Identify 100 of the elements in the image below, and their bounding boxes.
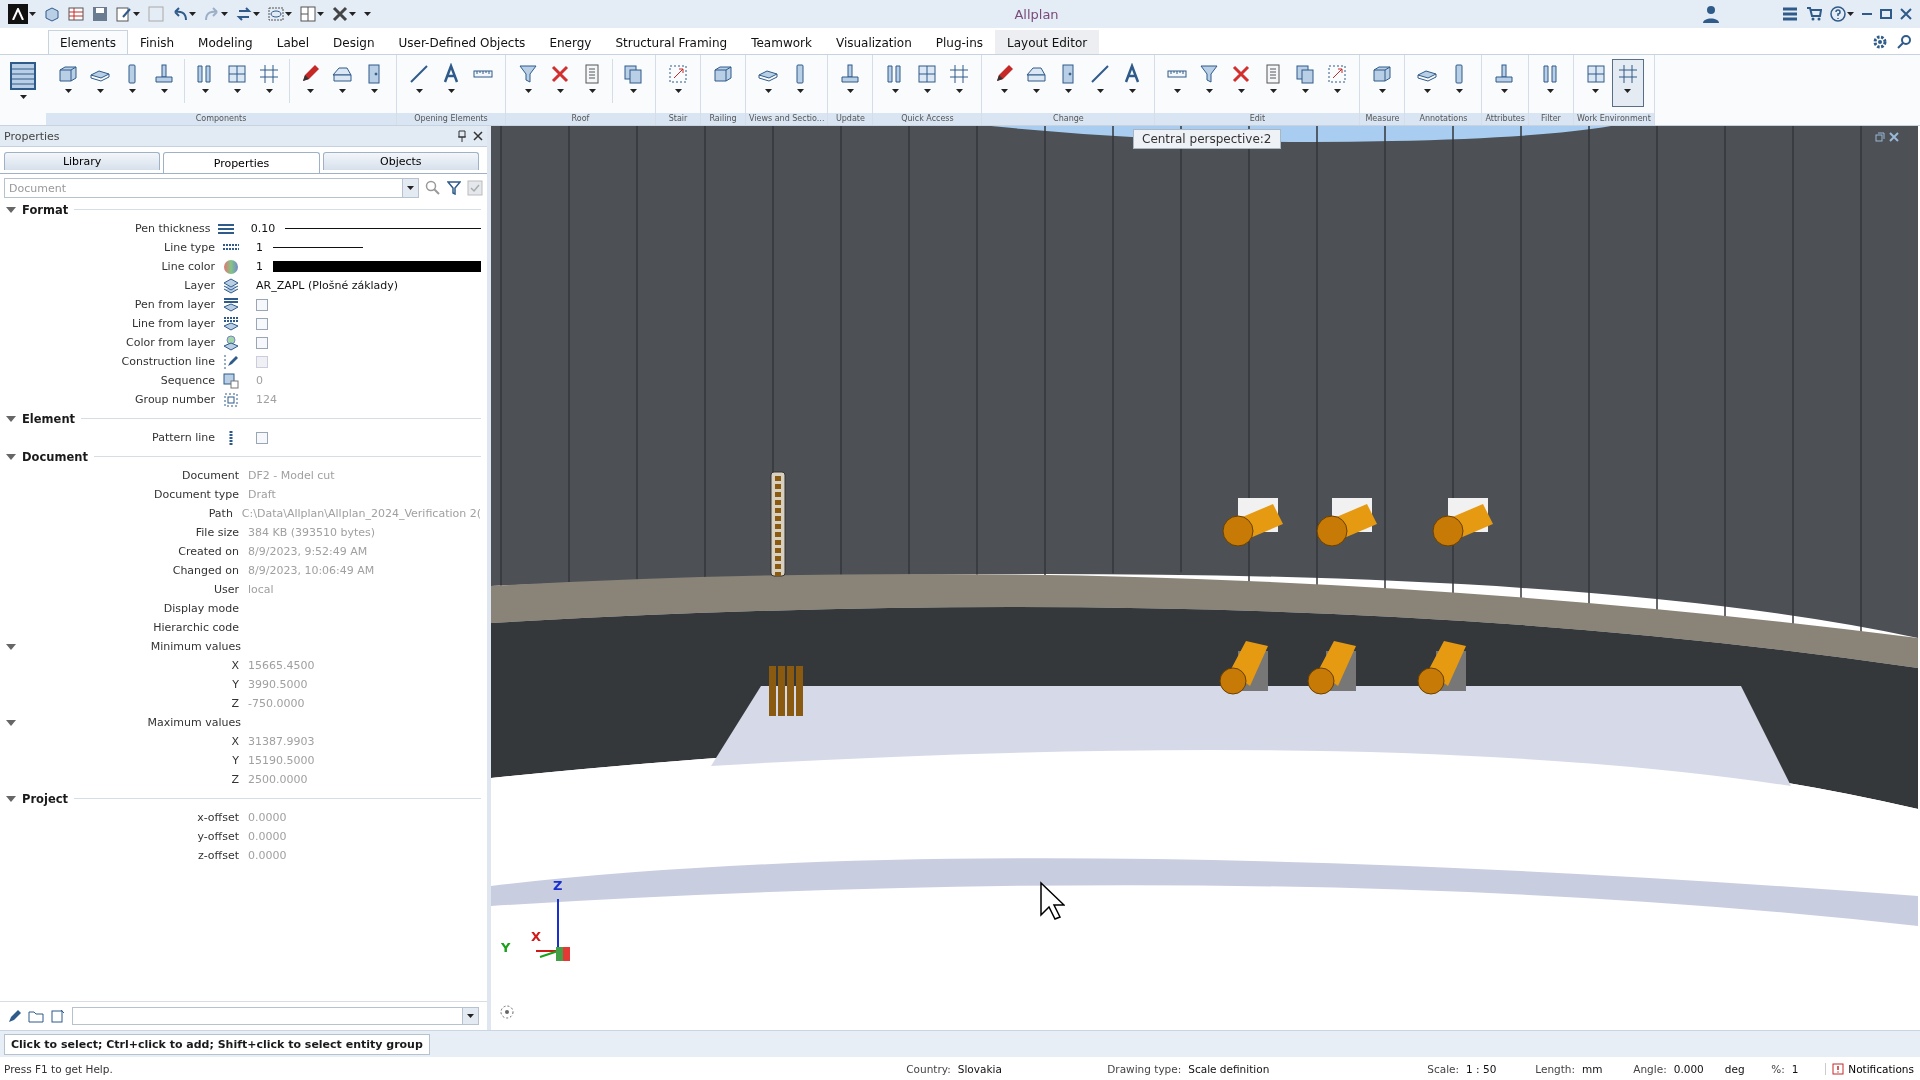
dropdown-caret-icon <box>1455 89 1463 93</box>
checkbox[interactable] <box>256 431 268 444</box>
dropdown-caret-icon <box>629 89 637 93</box>
dropdown-caret-icon <box>128 89 136 93</box>
notifications-button[interactable]: Notifications <box>1825 1062 1920 1075</box>
property-label: Document type <box>152 488 239 501</box>
dropdown-caret-icon <box>189 12 196 16</box>
search-icon[interactable] <box>1896 34 1912 50</box>
dropdown-caret-icon <box>1032 89 1040 93</box>
ribbon-tool-button[interactable] <box>1611 59 1644 107</box>
property-label: User <box>212 583 239 596</box>
help-button[interactable] <box>1828 3 1856 25</box>
panel-tab[interactable]: Objects <box>322 152 479 170</box>
property-label: y-offset <box>196 830 239 843</box>
property-value: local <box>248 583 274 596</box>
checkmark-icon[interactable] <box>467 180 483 196</box>
panel-tab[interactable]: Properties <box>163 152 320 173</box>
property-value: 8/9/2023, 10:06:49 AM <box>248 564 375 577</box>
ribbon-tab[interactable]: Visualization <box>823 30 924 54</box>
ribbon-tab[interactable]: User-Defined Objects <box>386 30 538 54</box>
ribbon-tab[interactable]: Design <box>321 30 387 54</box>
dropdown-caret-icon <box>1333 89 1341 93</box>
property-label: Z <box>230 697 239 710</box>
view-name-label: Central perspective:2 <box>1133 129 1281 149</box>
dropdown-caret-icon <box>447 89 455 93</box>
collapse-arrow-icon[interactable] <box>6 795 16 802</box>
close-icon[interactable] <box>473 131 483 141</box>
edit-icon <box>116 6 132 22</box>
user-button[interactable] <box>1700 3 1722 25</box>
checkbox[interactable] <box>256 317 268 330</box>
restore-icon[interactable] <box>1875 132 1885 142</box>
preview-icon <box>148 6 164 22</box>
zoom-icon[interactable] <box>425 180 441 196</box>
property-label: Group number <box>134 393 215 406</box>
pencil-icon[interactable] <box>8 1009 22 1023</box>
grid-icon <box>258 63 280 85</box>
pin-icon[interactable] <box>457 130 467 142</box>
property-label: Line from layer <box>130 317 215 330</box>
maximize-icon <box>1880 8 1892 20</box>
dropdown-caret-icon <box>349 12 356 16</box>
collapse-arrow-icon[interactable] <box>6 206 16 213</box>
status-label: %: <box>1771 1062 1785 1075</box>
ribbon-tab[interactable]: Plug-ins <box>923 30 996 54</box>
group-label: Railing <box>701 113 745 125</box>
property-value: 0 <box>256 374 263 387</box>
cart-icon <box>1806 6 1822 22</box>
filter-icon[interactable] <box>447 181 461 195</box>
status-label: Drawing type: <box>1107 1062 1182 1075</box>
property-label: Y <box>231 754 239 767</box>
property-value: -750.0000 <box>248 697 305 710</box>
status-unit: deg <box>1724 1062 1745 1075</box>
dropdown-button[interactable] <box>463 1007 479 1025</box>
ribbon-tab[interactable]: Label <box>264 30 322 54</box>
property-label: Path <box>207 507 233 520</box>
dropdown-caret-icon <box>955 89 963 93</box>
property-value: 1 <box>256 241 263 254</box>
ribbon-tab[interactable]: Structural Framing <box>603 30 740 54</box>
dropdown-button[interactable] <box>403 178 419 198</box>
group-label: Filter <box>1528 113 1573 125</box>
ribbon-tab[interactable]: Layout Editor <box>995 30 1100 54</box>
property-label: Created on <box>177 545 239 558</box>
property-label: Layer <box>183 279 215 292</box>
settings-icon[interactable] <box>1872 34 1888 50</box>
layout-button[interactable] <box>298 3 326 25</box>
document-field[interactable]: Document <box>4 178 403 198</box>
mouse-cursor-icon <box>1039 881 1065 921</box>
user-icon <box>1702 5 1720 23</box>
ribbon-tab[interactable]: Energy <box>537 30 604 54</box>
window-icon <box>1584 63 1607 85</box>
checkbox[interactable] <box>256 298 268 311</box>
orbit-icon[interactable] <box>499 1004 515 1020</box>
app-menu-button[interactable] <box>6 3 38 25</box>
dropdown-caret-icon <box>674 89 682 93</box>
command-field[interactable] <box>72 1007 463 1025</box>
ribbon-tab[interactable]: Modeling <box>186 30 265 54</box>
block-icon <box>57 63 79 85</box>
ribbon-tab[interactable]: Teamwork <box>739 30 824 54</box>
collapse-arrow-icon[interactable] <box>6 415 16 422</box>
dropdown-caret-icon <box>588 89 596 93</box>
dropdown-caret-icon <box>1500 89 1508 93</box>
property-label: Line color <box>160 260 215 273</box>
table-icon <box>68 6 84 22</box>
save-icon <box>92 6 108 22</box>
property-label: z-offset <box>196 849 239 862</box>
help-icon <box>1830 6 1846 22</box>
panel-tab[interactable]: Library <box>4 152 161 170</box>
checkbox[interactable] <box>256 336 268 349</box>
status-value: 1 : 50 <box>1466 1062 1497 1075</box>
dropdown-caret-icon <box>1624 89 1632 93</box>
collapse-arrow-icon[interactable] <box>6 453 16 460</box>
ribbon-tab[interactable]: Elements <box>48 30 128 54</box>
dropdown-caret-icon <box>285 12 292 16</box>
ribbon-tab[interactable]: Finish <box>127 30 187 54</box>
dropdown-caret-icon <box>64 89 72 93</box>
group-label: Work Environment <box>1573 113 1654 125</box>
funnel-icon <box>517 63 539 85</box>
dropdown-caret-icon <box>891 89 899 93</box>
folder-icon[interactable] <box>28 1009 44 1023</box>
property-value: 2500.0000 <box>248 773 308 786</box>
property-value: 0.0000 <box>248 849 287 862</box>
